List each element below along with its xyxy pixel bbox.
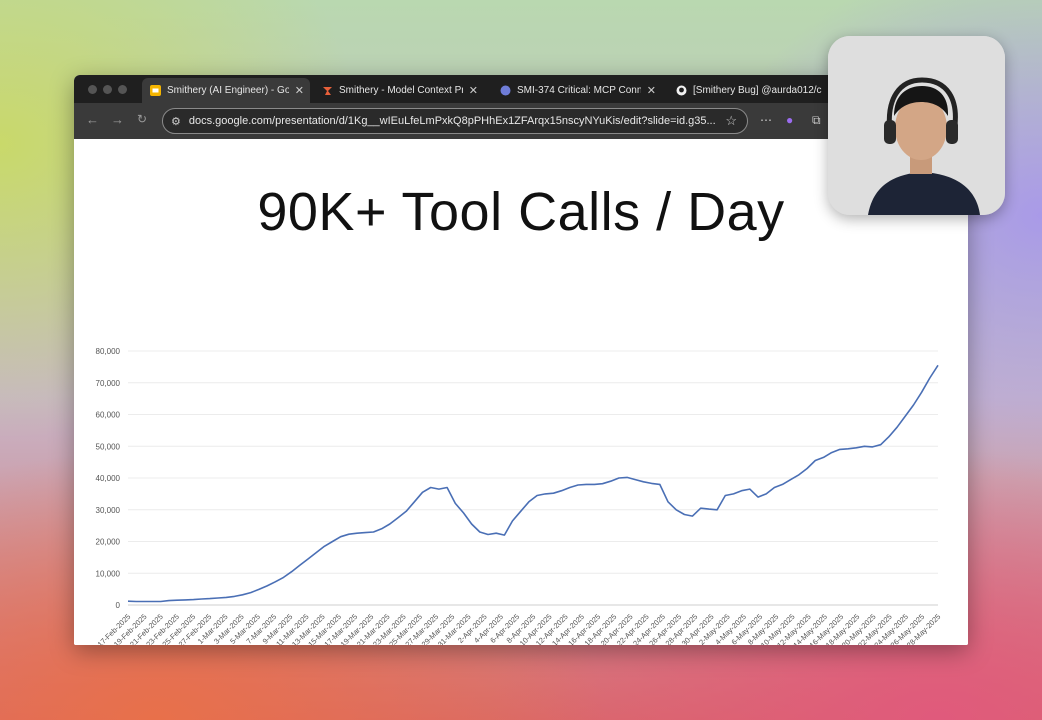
tab-title: Smithery - Model Context Pro bbox=[339, 85, 463, 96]
reload-icon[interactable]: ↻ bbox=[137, 112, 147, 126]
y-tick-label: 0 bbox=[116, 601, 121, 610]
close-window-icon[interactable] bbox=[88, 85, 97, 94]
linear-icon bbox=[500, 85, 511, 96]
tool-calls-line-chart: 0 10,000 20,000 30,000 40,000 50,000 60,000 70,… bbox=[96, 347, 943, 645]
y-tick-label: 50,000 bbox=[96, 442, 121, 451]
bookmark-star-icon[interactable]: ☆ bbox=[725, 113, 737, 129]
y-tick-label: 70,000 bbox=[96, 379, 121, 388]
slides-icon bbox=[150, 85, 161, 96]
minimize-window-icon[interactable] bbox=[103, 85, 112, 94]
y-tick-label: 60,000 bbox=[96, 411, 121, 420]
tab-github[interactable]: [Smithery Bug] @aurda012/c bbox=[668, 78, 824, 103]
series-line bbox=[127, 364, 939, 603]
site-settings-icon[interactable]: ⚙ bbox=[171, 115, 181, 128]
webcam-overlay bbox=[828, 36, 1005, 215]
github-icon bbox=[676, 85, 687, 96]
tab-title: Smithery (AI Engineer) - Goog bbox=[167, 85, 289, 96]
zoom-window-icon[interactable] bbox=[118, 85, 127, 94]
puzzle-extensions-icon[interactable]: ⧉ bbox=[812, 113, 821, 128]
forward-arrow-icon[interactable]: → bbox=[111, 112, 124, 127]
back-arrow-icon[interactable]: ← bbox=[86, 112, 99, 127]
close-tab-icon[interactable]: ✕ bbox=[647, 84, 656, 97]
address-bar[interactable]: ⚙ docs.google.com/presentation/d/1Kg__wI… bbox=[162, 108, 748, 134]
tab-linear[interactable]: SMI-374 Critical: MCP Conne ✕ bbox=[492, 78, 662, 103]
extension-icon[interactable]: ● bbox=[786, 113, 793, 127]
more-extensions-icon[interactable]: ⋯ bbox=[760, 113, 772, 127]
smithery-icon bbox=[323, 87, 332, 95]
tab-smithery[interactable]: Smithery - Model Context Pro ✕ bbox=[314, 78, 484, 103]
y-tick-label: 30,000 bbox=[96, 506, 121, 515]
presenter-video-icon bbox=[828, 36, 1005, 215]
tab-title: SMI-374 Critical: MCP Conne bbox=[517, 85, 641, 96]
y-tick-label: 10,000 bbox=[96, 569, 121, 578]
close-tab-icon[interactable]: ✕ bbox=[469, 84, 478, 97]
tab-title: [Smithery Bug] @aurda012/c bbox=[693, 85, 822, 96]
tab-slides[interactable]: Smithery (AI Engineer) - Goog ✕ bbox=[142, 78, 310, 103]
y-tick-label: 20,000 bbox=[96, 538, 121, 547]
close-tab-icon[interactable]: ✕ bbox=[295, 84, 304, 97]
y-tick-label: 80,000 bbox=[96, 347, 121, 356]
presentation-slide: 90K+ Tool Calls / Day 0 10,000 20,000 30,00… bbox=[74, 141, 968, 645]
y-tick-label: 40,000 bbox=[96, 474, 121, 483]
url-text: docs.google.com/presentation/d/1Kg__wIEu… bbox=[188, 115, 716, 127]
